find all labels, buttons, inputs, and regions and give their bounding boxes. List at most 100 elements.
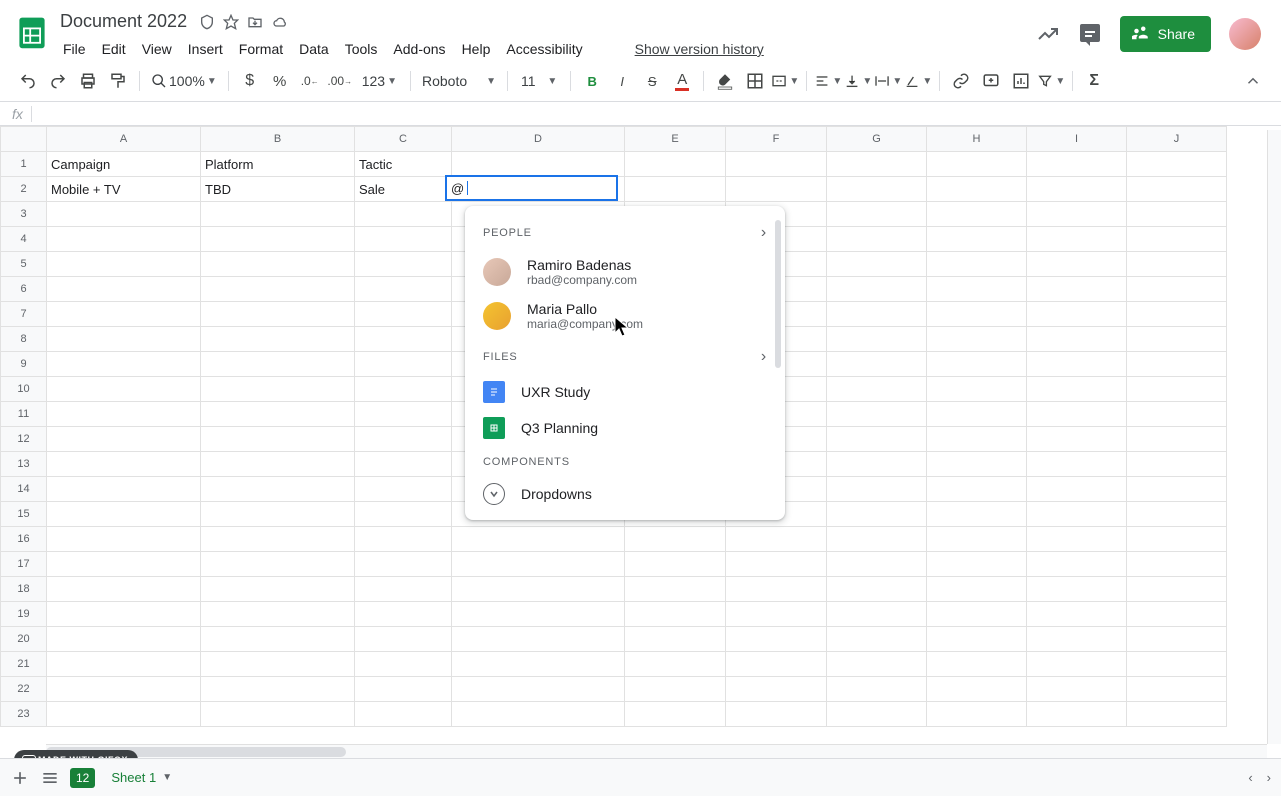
cell[interactable] [47, 552, 201, 577]
sheet-tab[interactable]: Sheet 1 ▼ [105, 770, 178, 785]
cell[interactable] [726, 677, 827, 702]
merge-cells-button[interactable]: ▼ [771, 67, 799, 95]
cell[interactable] [355, 452, 452, 477]
row-header[interactable]: 4 [1, 227, 47, 252]
cell[interactable] [927, 602, 1027, 627]
cell[interactable] [827, 402, 927, 427]
text-wrap-button[interactable]: ▼ [874, 67, 902, 95]
row-header[interactable]: 20 [1, 627, 47, 652]
cell[interactable] [1127, 252, 1227, 277]
chevron-right-icon[interactable]: › [761, 348, 767, 366]
cell[interactable] [726, 652, 827, 677]
popup-file-item[interactable]: Q3 Planning [465, 410, 785, 446]
cell[interactable] [927, 202, 1027, 227]
column-header[interactable]: E [625, 127, 726, 152]
vertical-scrollbar[interactable] [1267, 130, 1281, 744]
row-header[interactable]: 8 [1, 327, 47, 352]
cell[interactable] [1127, 527, 1227, 552]
cell[interactable] [1127, 152, 1227, 177]
cell[interactable] [201, 352, 355, 377]
cell[interactable] [201, 402, 355, 427]
trending-icon[interactable] [1036, 22, 1060, 46]
cell[interactable] [1127, 302, 1227, 327]
cell[interactable] [827, 477, 927, 502]
cell[interactable] [927, 577, 1027, 602]
menu-file[interactable]: File [56, 37, 93, 61]
cell[interactable] [47, 527, 201, 552]
cell[interactable] [1127, 227, 1227, 252]
insert-comment-button[interactable] [977, 67, 1005, 95]
cell[interactable]: Sale [355, 177, 452, 202]
cell[interactable] [452, 677, 625, 702]
cell[interactable] [1127, 402, 1227, 427]
cell[interactable] [201, 627, 355, 652]
cell[interactable] [355, 327, 452, 352]
cell[interactable] [355, 377, 452, 402]
document-title[interactable]: Document 2022 [56, 10, 191, 33]
insert-chart-button[interactable] [1007, 67, 1035, 95]
cell[interactable] [927, 502, 1027, 527]
comments-icon[interactable] [1078, 22, 1102, 46]
vertical-align-button[interactable]: ▼ [844, 67, 872, 95]
cell[interactable] [1027, 552, 1127, 577]
font-size-dropdown[interactable]: 11 ▼ [515, 73, 563, 89]
cell[interactable] [625, 577, 726, 602]
menu-edit[interactable]: Edit [95, 37, 133, 61]
cell[interactable] [47, 577, 201, 602]
cell[interactable] [355, 277, 452, 302]
cell[interactable] [201, 477, 355, 502]
text-color-button[interactable]: A [668, 67, 696, 95]
cell[interactable] [827, 552, 927, 577]
cell[interactable] [47, 502, 201, 527]
row-header[interactable]: 14 [1, 477, 47, 502]
cell[interactable] [1027, 452, 1127, 477]
cell[interactable] [201, 327, 355, 352]
cell[interactable] [1127, 627, 1227, 652]
filter-views-count[interactable]: 12 [70, 768, 95, 788]
privacy-icon[interactable] [199, 14, 215, 30]
column-header[interactable]: C [355, 127, 452, 152]
cell[interactable] [1127, 352, 1227, 377]
cell[interactable] [47, 627, 201, 652]
cell[interactable] [355, 627, 452, 652]
cell[interactable] [452, 627, 625, 652]
cell[interactable] [355, 702, 452, 727]
popup-scrollbar[interactable] [775, 220, 781, 368]
cell[interactable] [927, 477, 1027, 502]
move-icon[interactable] [247, 14, 263, 30]
cell[interactable] [1127, 602, 1227, 627]
cell[interactable] [355, 652, 452, 677]
cell[interactable] [927, 177, 1027, 202]
format-percent-button[interactable]: % [266, 67, 294, 95]
zoom-dropdown[interactable]: 100%▼ [147, 73, 221, 89]
row-header[interactable]: 15 [1, 502, 47, 527]
redo-button[interactable] [44, 67, 72, 95]
cell[interactable] [47, 652, 201, 677]
cell[interactable] [47, 227, 201, 252]
cell[interactable] [726, 577, 827, 602]
cell[interactable] [927, 152, 1027, 177]
cell[interactable] [1027, 252, 1127, 277]
cell[interactable] [47, 477, 201, 502]
cell[interactable] [927, 352, 1027, 377]
cell[interactable] [201, 302, 355, 327]
row-header[interactable]: 2 [1, 177, 47, 202]
borders-button[interactable] [741, 67, 769, 95]
cell[interactable] [1127, 502, 1227, 527]
spreadsheet-grid[interactable]: ABCDEFGHIJ1CampaignPlatformTactic2Mobile… [0, 126, 1281, 727]
cell[interactable] [625, 152, 726, 177]
cell[interactable] [927, 427, 1027, 452]
cell[interactable] [1127, 177, 1227, 202]
strikethrough-button[interactable]: S [638, 67, 666, 95]
cell[interactable] [201, 377, 355, 402]
cell[interactable] [1127, 202, 1227, 227]
fill-color-button[interactable] [711, 67, 739, 95]
cell[interactable] [927, 627, 1027, 652]
cell[interactable] [201, 652, 355, 677]
cell[interactable] [927, 302, 1027, 327]
cell[interactable] [1027, 402, 1127, 427]
cell[interactable] [47, 277, 201, 302]
row-header[interactable]: 10 [1, 377, 47, 402]
filter-button[interactable]: ▼ [1037, 67, 1065, 95]
cell[interactable] [47, 702, 201, 727]
